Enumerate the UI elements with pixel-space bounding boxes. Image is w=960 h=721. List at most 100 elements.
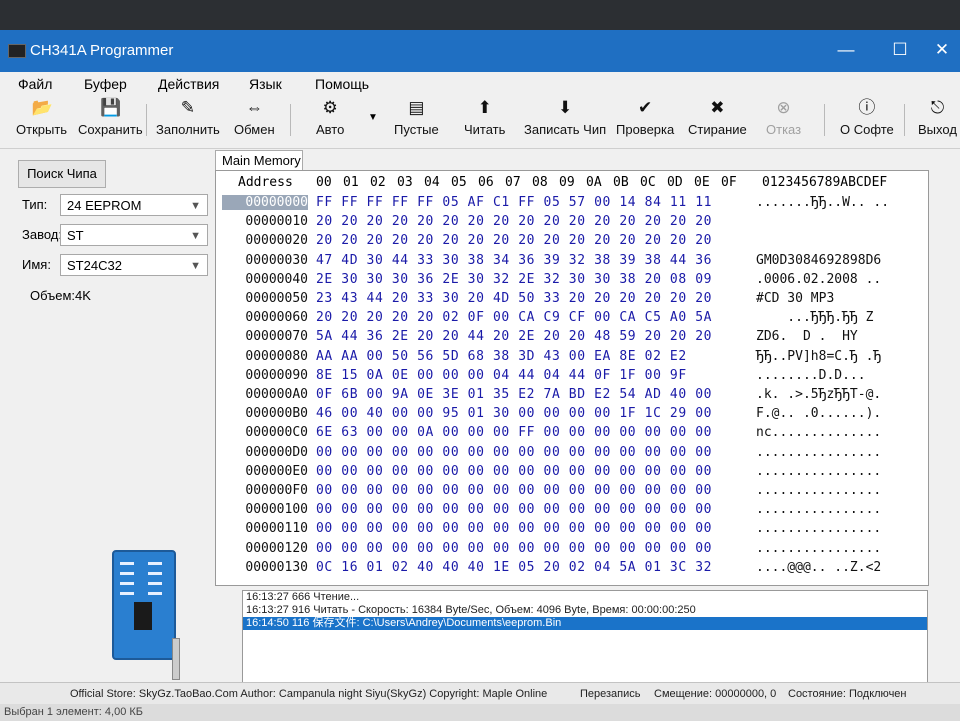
type-select[interactable]: 24 EEPROM ▼ <box>60 194 208 216</box>
save-icon: 💾 <box>100 98 122 117</box>
hex-row[interactable]: 00000130 0C 16 01 02 40 40 40 1E 05 20 02… <box>216 560 928 578</box>
column-header: 0C <box>640 175 656 190</box>
screen: CH341A Programmer — ☐ ✕ Файл Буфер Дейст… <box>0 30 960 721</box>
row-bytes[interactable]: 00 00 00 00 00 00 00 00 00 00 00 00 00 0… <box>316 541 712 556</box>
connection-state: Состояние: Подключен <box>788 688 907 700</box>
write-chip-button[interactable]: ⬇ Записать Чип <box>524 98 606 137</box>
row-bytes[interactable]: 0C 16 01 02 40 40 40 1E 05 20 02 04 5A 0… <box>316 560 712 575</box>
maker-select[interactable]: ST ▼ <box>60 224 208 246</box>
ascii-header: 0123456789ABCDEF <box>762 175 888 190</box>
erase-button[interactable]: ✖ Стирание <box>688 98 747 137</box>
title-bar: CH341A Programmer — ☐ ✕ <box>0 30 960 72</box>
type-value: 24 EEPROM <box>67 198 142 213</box>
chevron-down-icon: ▼ <box>190 200 201 212</box>
hex-row[interactable]: 00000020 20 20 20 20 20 20 20 20 20 20 20… <box>216 233 928 251</box>
column-header: 08 <box>532 175 548 190</box>
row-bytes[interactable]: 20 20 20 20 20 20 20 20 20 20 20 20 20 2… <box>316 214 712 229</box>
hex-editor[interactable]: Address 0123456789ABCDEF 00 01 02 03 04 05 06 0… <box>215 170 929 586</box>
hex-row[interactable]: 00000000 FF FF FF FF FF 05 AF C1 FF 05 57… <box>216 195 928 213</box>
row-address: 00000080 <box>245 348 308 364</box>
hex-row[interactable]: 00000110 00 00 00 00 00 00 00 00 00 00 00… <box>216 521 928 539</box>
row-bytes[interactable]: 00 00 00 00 00 00 00 00 00 00 00 00 00 0… <box>316 521 712 536</box>
row-bytes[interactable]: 46 00 40 00 00 95 01 30 00 00 00 00 1F 1… <box>316 406 712 421</box>
row-bytes[interactable]: 00 00 00 00 00 00 00 00 00 00 00 00 00 0… <box>316 502 712 517</box>
row-bytes[interactable]: 0F 6B 00 9A 0E 3E 01 35 E2 7A BD E2 54 A… <box>316 387 712 402</box>
row-bytes[interactable]: 20 20 20 20 20 20 20 20 20 20 20 20 20 2… <box>316 233 712 248</box>
search-chip-button[interactable]: Поиск Чипа <box>18 160 106 188</box>
row-bytes[interactable]: 00 00 00 00 00 00 00 00 00 00 00 00 00 0… <box>316 483 712 498</box>
menu-help[interactable]: Помощь <box>315 76 369 92</box>
hex-row[interactable]: 000000C0 6E 63 00 00 0A 00 00 00 FF 00 00… <box>216 425 928 443</box>
exit-label: Выход <box>918 122 957 137</box>
read-button[interactable]: ⬆ Читать <box>464 98 505 137</box>
hex-row[interactable]: 00000030 47 4D 30 44 33 30 38 34 36 39 32… <box>216 253 928 271</box>
hex-row[interactable]: 00000090 8E 15 0A 0E 00 00 00 04 44 04 44… <box>216 368 928 386</box>
row-address: 000000D0 <box>245 444 308 460</box>
maximize-button[interactable]: ☐ <box>880 36 920 64</box>
column-header: 0B <box>613 175 629 190</box>
hex-row[interactable]: 000000E0 00 00 00 00 00 00 00 00 00 00 00… <box>216 464 928 482</box>
hex-row[interactable]: 000000F0 00 00 00 00 00 00 00 00 00 00 00… <box>216 483 928 501</box>
maker-value: ST <box>67 228 84 243</box>
row-bytes[interactable]: AA AA 00 50 56 5D 68 38 3D 43 00 EA 8E 0… <box>316 349 687 364</box>
row-bytes[interactable]: 5A 44 36 2E 20 20 44 20 2E 20 20 48 59 2… <box>316 329 712 344</box>
row-bytes[interactable]: 00 00 00 00 00 00 00 00 00 00 00 00 00 0… <box>316 445 712 460</box>
row-bytes[interactable]: 20 20 20 20 20 02 0F 00 CA C9 CF 00 CA C… <box>316 310 712 325</box>
hex-row[interactable]: 00000010 20 20 20 20 20 20 20 20 20 20 20… <box>216 214 928 232</box>
hex-row[interactable]: 00000070 5A 44 36 2E 20 20 44 20 2E 20 20… <box>216 329 928 347</box>
hex-row[interactable]: 00000050 23 43 44 20 33 30 20 4D 50 33 20… <box>216 291 928 309</box>
hex-row[interactable]: 00000100 00 00 00 00 00 00 00 00 00 00 00… <box>216 502 928 520</box>
swap-button[interactable]: ⇔ Обмен <box>234 98 275 137</box>
close-button[interactable]: ✕ <box>922 36 960 64</box>
fill-button[interactable]: ✎ Заполнить <box>156 98 220 137</box>
column-header: 04 <box>424 175 440 190</box>
verify-button[interactable]: ✔ Проверка <box>616 98 674 137</box>
row-address: 00000000 <box>222 195 308 210</box>
fill-label: Заполнить <box>156 122 220 137</box>
column-header: 00 <box>316 175 332 190</box>
hex-row[interactable]: 00000120 00 00 00 00 00 00 00 00 00 00 00… <box>216 541 928 559</box>
chevron-down-icon: ▼ <box>190 230 201 242</box>
exit-icon: ⎋ <box>930 98 945 117</box>
row-bytes[interactable]: 23 43 44 20 33 30 20 4D 50 33 20 20 20 2… <box>316 291 712 306</box>
type-label: Тип: <box>22 197 48 212</box>
menu-language[interactable]: Язык <box>249 76 282 92</box>
blank-check-button[interactable]: ▤ Пустые <box>394 98 439 137</box>
hex-row[interactable]: 00000080 AA AA 00 50 56 5D 68 38 3D 43 00… <box>216 349 928 367</box>
column-header: 0A <box>586 175 602 190</box>
save-button[interactable]: 💾 Сохранить <box>78 98 143 137</box>
name-select[interactable]: ST24C32 ▼ <box>60 254 208 276</box>
hex-row[interactable]: 000000B0 46 00 40 00 00 95 01 30 00 00 00… <box>216 406 928 424</box>
about-button[interactable]: ⓘ О Софте <box>840 98 894 137</box>
auto-button[interactable]: ⚙ Авто <box>316 98 344 137</box>
row-bytes[interactable]: 00 00 00 00 00 00 00 00 00 00 00 00 00 0… <box>316 464 712 479</box>
open-button[interactable]: 📂 Открыть <box>16 98 67 137</box>
row-bytes[interactable]: 6E 63 00 00 0A 00 00 00 FF 00 00 00 00 0… <box>316 425 712 440</box>
hex-row[interactable]: 000000A0 0F 6B 00 9A 0E 3E 01 35 E2 7A BD… <box>216 387 928 405</box>
menu-file[interactable]: Файл <box>18 76 52 92</box>
menu-buffer[interactable]: Буфер <box>84 76 127 92</box>
hex-row[interactable]: 000000D0 00 00 00 00 00 00 00 00 00 00 00… <box>216 445 928 463</box>
row-bytes[interactable]: 2E 30 30 30 36 2E 30 32 2E 32 30 30 38 2… <box>316 272 712 287</box>
offset-text: Смещение: 00000000, 0 <box>654 688 777 700</box>
address-header: Address <box>238 175 293 190</box>
row-ascii: ЂЂ..PV]h8=C.Ђ .Ђ <box>756 348 882 364</box>
auto-dropdown-icon[interactable]: ▼ <box>368 112 378 123</box>
hex-row[interactable]: 00000040 2E 30 30 30 36 2E 30 32 2E 32 30… <box>216 272 928 290</box>
row-bytes[interactable]: 8E 15 0A 0E 00 00 00 04 44 04 44 0F 1F 0… <box>316 368 687 383</box>
row-address: 00000070 <box>245 329 308 345</box>
read-label: Читать <box>464 122 506 137</box>
fill-icon: ✎ <box>180 98 196 117</box>
hex-row[interactable]: 00000060 20 20 20 20 20 02 0F 00 CA C9 CF… <box>216 310 928 328</box>
row-ascii: F.@.. .0......). <box>756 406 882 422</box>
cancel-button[interactable]: ⊗ Отказ <box>766 98 801 137</box>
minimize-button[interactable]: — <box>826 36 866 64</box>
selection-info: Выбран 1 элемент: 4,00 КБ <box>4 706 143 718</box>
menu-actions[interactable]: Действия <box>158 76 219 92</box>
row-bytes[interactable]: FF FF FF FF FF 05 AF C1 FF 05 57 00 14 8… <box>316 195 712 210</box>
row-bytes[interactable]: 47 4D 30 44 33 30 38 34 36 39 32 38 39 3… <box>316 253 712 268</box>
hex-header: Address 0123456789ABCDEF 00 01 02 03 04 05 06 0… <box>216 171 928 193</box>
exit-button[interactable]: ⎋ Выход <box>918 98 957 137</box>
log-line-selected[interactable]: 16:14:50 116 保存文件: C:\Users\Andrey\Docum… <box>243 617 927 630</box>
tab-main-memory[interactable]: Main Memory <box>215 150 303 170</box>
